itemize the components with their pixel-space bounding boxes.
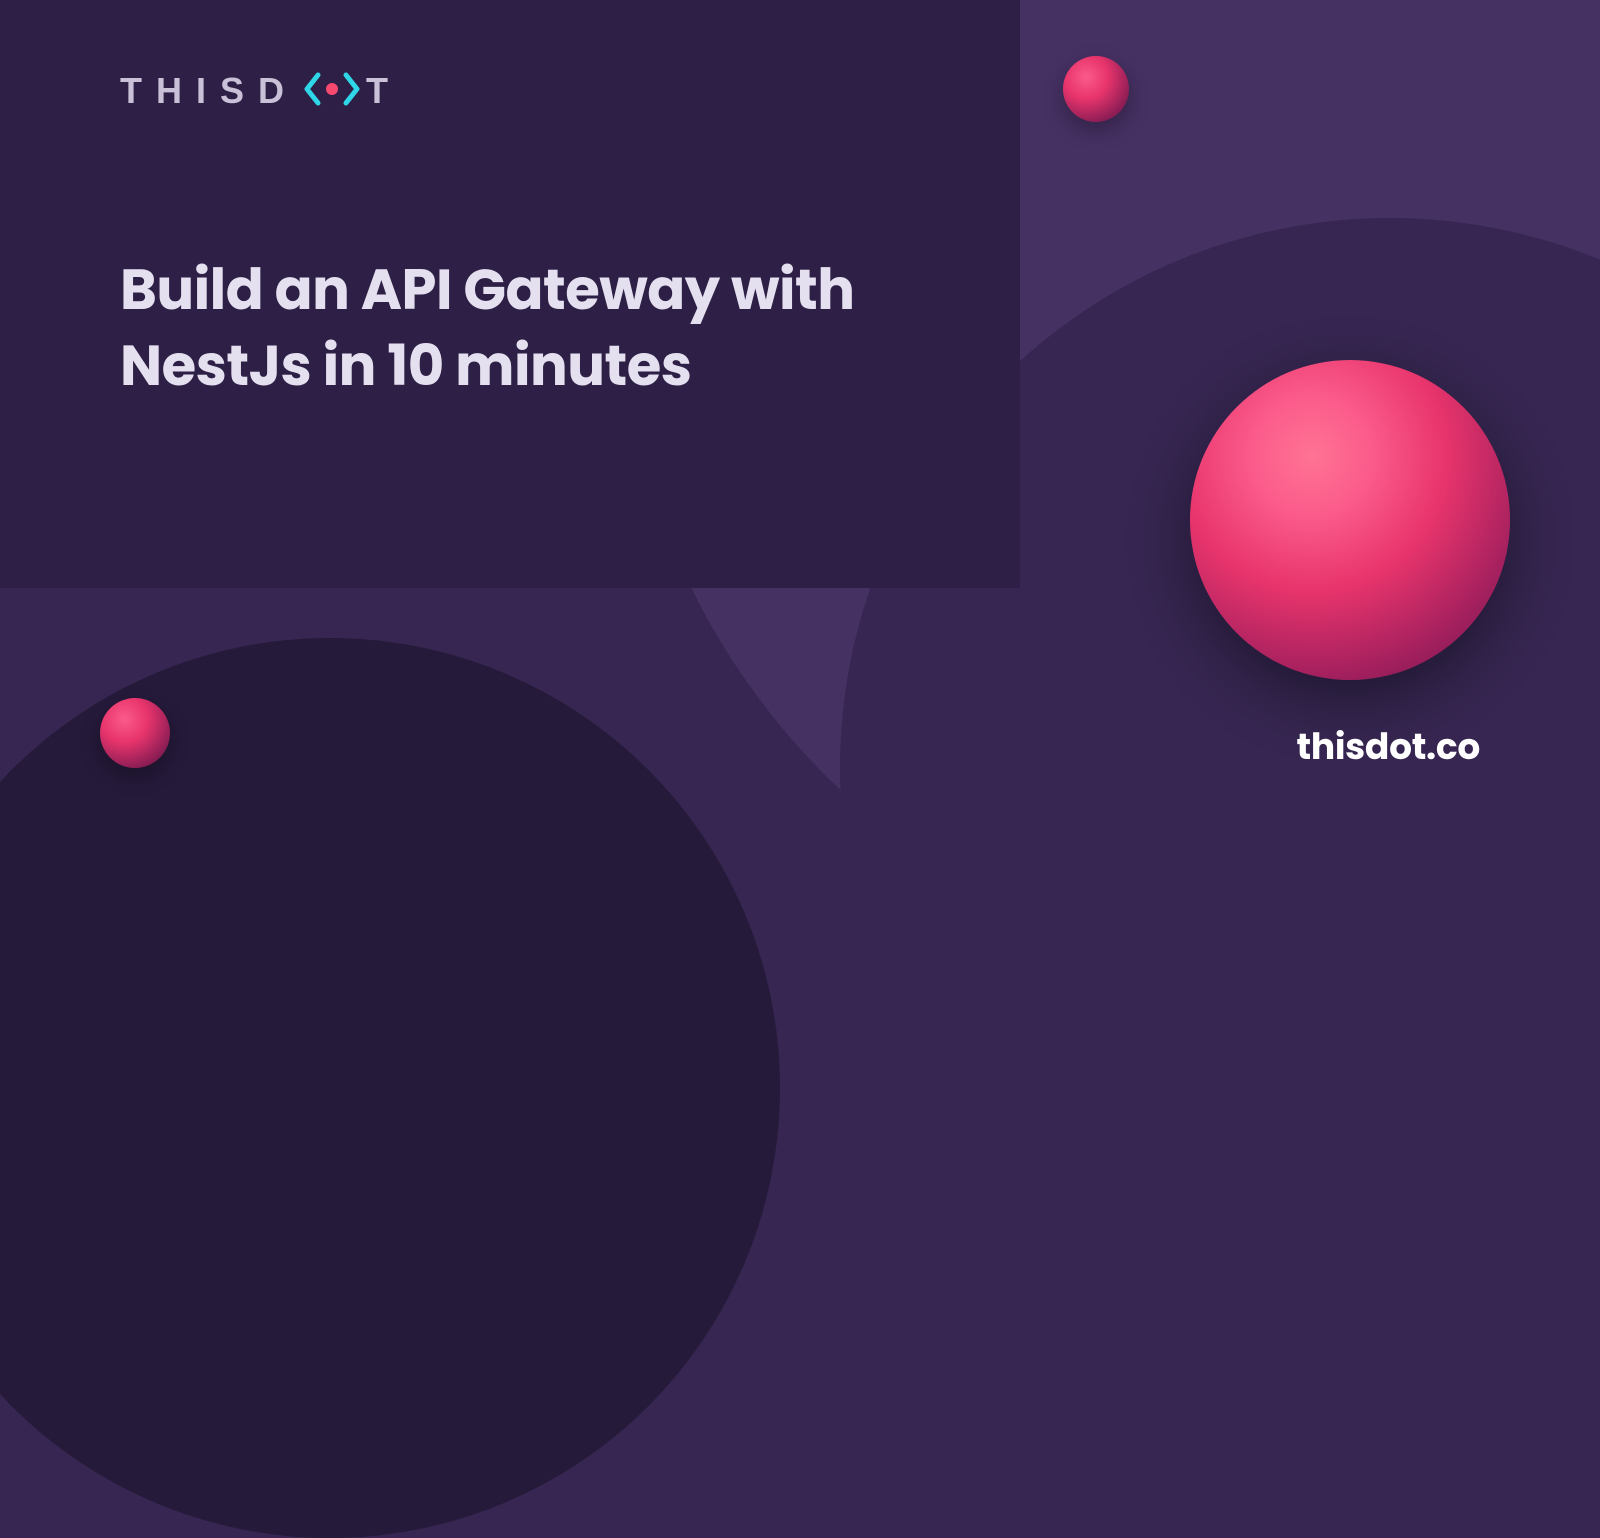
decorative-sphere-small-top <box>1063 56 1129 122</box>
background-blob-bottom-left <box>0 638 780 1538</box>
decorative-sphere-large <box>1190 360 1510 680</box>
logo-text-before: THISD <box>120 70 298 112</box>
website-url: thisdot.co <box>1297 719 1480 774</box>
thisdot-logo-icon <box>304 71 360 107</box>
text-panel: THISD T Build an API Gateway with NestJs… <box>0 0 1020 588</box>
logo-text-after: T <box>366 70 402 112</box>
brand-logo: THISD T <box>120 70 900 112</box>
page-title: Build an API Gateway with NestJs in 10 m… <box>120 252 900 403</box>
decorative-sphere-small-bottom <box>100 698 170 768</box>
banner-canvas: THISD T Build an API Gateway with NestJs… <box>0 0 1600 838</box>
